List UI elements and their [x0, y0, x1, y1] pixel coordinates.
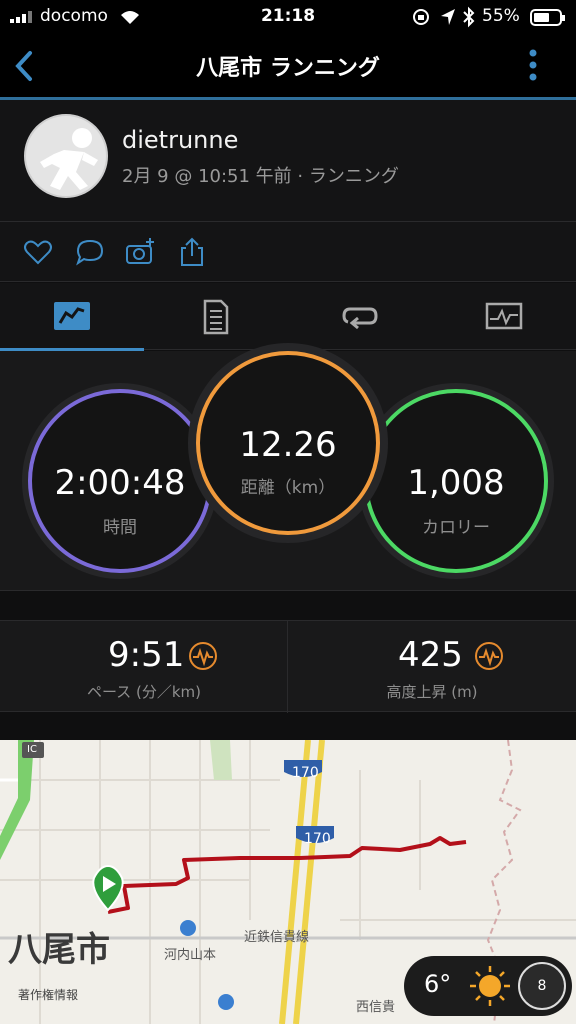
avatar[interactable] [24, 114, 108, 198]
time-value: 2:00:48 [54, 463, 186, 503]
details-icon [203, 299, 229, 335]
add-photo-icon[interactable] [124, 236, 156, 268]
elevation-stat[interactable]: 425 高度上昇 (m) [288, 621, 576, 713]
pace-badge-icon [189, 642, 217, 670]
location-icon [441, 9, 455, 25]
lower-area-label: 西信貴 [356, 1000, 396, 1015]
activity-meta: 2月 9 @ 10:51 午前 · ランニング [122, 166, 399, 187]
tab-details[interactable] [144, 283, 288, 350]
wind-indicator: 8 [518, 962, 566, 1010]
sun-icon [470, 966, 510, 1006]
rotation-lock-icon [413, 9, 429, 25]
rail-line-label: 近鉄信貴線 [244, 930, 310, 945]
activity-header: dietrunne 2月 9 @ 10:51 午前 · ランニング [0, 100, 576, 222]
bluetooth-icon [463, 6, 475, 28]
elevation-label: 高度上昇 (m) [386, 683, 478, 701]
distance-label: 距離（km） [240, 478, 336, 498]
overview-icon [54, 302, 90, 330]
runner-icon [40, 128, 98, 190]
time-label: 時間 [103, 518, 137, 538]
nav-bar: 八尾市 ランニング [0, 34, 576, 98]
battery-icon [530, 9, 565, 26]
battery-percent: 55% [482, 6, 520, 26]
pace-stat[interactable]: 9:51 ペース (分／km) [0, 621, 288, 713]
route-170-label: 170 [292, 765, 319, 781]
station-label: 河内山本 [164, 948, 217, 963]
stats-row: 9:51 ペース (分／km) 425 高度上昇 (m) [0, 620, 576, 713]
tab-overview[interactable] [0, 283, 144, 351]
tab-laps[interactable] [288, 283, 432, 350]
pace-value: 9:51 [108, 635, 185, 675]
laps-icon [342, 307, 378, 330]
pace-label: ペース (分／km) [86, 683, 202, 701]
calories-ring: 1,008 カロリー [364, 389, 548, 573]
page-title: 八尾市 ランニング [196, 56, 380, 81]
share-icon[interactable] [176, 236, 208, 268]
elevation-badge-icon [475, 642, 503, 670]
comment-icon[interactable] [74, 236, 106, 268]
weather-temp: 6° [424, 970, 452, 998]
route-map[interactable]: 170 170 IC 近鉄信貴線 河内山本 西信貴 八尾市 著作権情報 6° 8 [0, 740, 576, 1024]
tab-charts[interactable] [432, 283, 576, 350]
weather-widget[interactable]: 6° 8 [404, 956, 572, 1016]
metrics-panel: 2:00:48 時間 1,008 カロリー 12.26 距離（km） [0, 351, 576, 591]
status-bar: docomo 21:18 55% [0, 0, 576, 34]
distance-value: 12.26 [239, 425, 337, 465]
more-options-icon[interactable] [526, 48, 540, 82]
route-170-label-2: 170 [304, 831, 331, 847]
ic-label: IC [27, 744, 37, 755]
elevation-value: 425 [398, 635, 463, 675]
map-credit-link[interactable]: 著作権情報 [18, 986, 78, 1003]
distance-ring: 12.26 距離（km） [196, 351, 380, 535]
calories-label: カロリー [422, 518, 490, 538]
social-actions [0, 222, 576, 282]
activity-tabs [0, 283, 576, 351]
charts-icon [485, 302, 523, 330]
username[interactable]: dietrunne [122, 126, 238, 154]
time-ring: 2:00:48 時間 [28, 389, 212, 573]
calories-value: 1,008 [407, 463, 505, 503]
like-icon[interactable] [22, 236, 54, 268]
city-label: 八尾市 [8, 930, 110, 970]
